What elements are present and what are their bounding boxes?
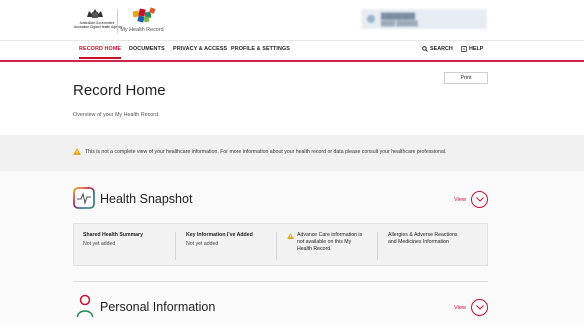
heartbeat-icon xyxy=(73,187,95,209)
nav-record-home[interactable]: RECORD HOME xyxy=(79,46,122,59)
key-information-label: Key Information I've Added xyxy=(186,232,253,238)
help-icon xyxy=(461,46,467,52)
personal-information-expand-button[interactable] xyxy=(471,299,488,316)
health-snapshot-expand-button[interactable] xyxy=(471,191,488,208)
mhr-tiles-icon xyxy=(132,7,156,23)
key-information-value: Not yet added xyxy=(186,241,219,247)
advance-care-warning-icon xyxy=(287,233,294,239)
account-subtext: ████ ██████ xyxy=(381,21,418,27)
bottom-fade xyxy=(0,320,584,329)
avatar xyxy=(367,15,375,23)
search-label: SEARCH xyxy=(430,46,453,52)
search-icon xyxy=(422,46,428,52)
search-button[interactable]: SEARCH xyxy=(422,46,453,52)
australian-government-logo[interactable]: Australian Government Australian Digital … xyxy=(74,8,123,36)
section-divider xyxy=(73,281,488,282)
page-subtitle: Overview of your My Health Record. xyxy=(73,112,160,118)
print-button[interactable]: Print xyxy=(444,72,488,84)
advance-care-line-2: not available on this My xyxy=(297,239,352,245)
advance-care-line-1: Advance Care information is xyxy=(297,232,363,238)
main-content: Health Snapshot View Shared Health Summa… xyxy=(0,171,584,329)
shared-health-summary-label: Shared Health Summary xyxy=(83,232,143,238)
warning-icon xyxy=(73,148,81,155)
health-snapshot-title: Health Snapshot xyxy=(100,192,193,206)
shared-health-summary-cell[interactable]: Shared Health Summary Not yet added xyxy=(83,232,175,260)
help-label: HELP xyxy=(469,46,484,52)
advance-care-line-3: Health Record. xyxy=(297,246,332,252)
page-header: Print Record Home Overview of your My He… xyxy=(0,62,584,135)
logo-divider xyxy=(117,9,118,33)
personal-information-title: Personal Information xyxy=(100,300,216,314)
gov-logo-text: Australian Government Australian Digital … xyxy=(74,21,123,29)
nav-documents[interactable]: DOCUMENTS xyxy=(129,46,165,52)
coat-of-arms-icon xyxy=(87,9,103,18)
shared-health-summary-value: Not yet added xyxy=(83,241,116,247)
allergies-line-1: Allergies & Adverse Reactions xyxy=(388,232,458,238)
incomplete-view-warning: This is not a complete view of your heal… xyxy=(0,135,584,171)
nav-profile-settings[interactable]: PROFILE & SETTINGS xyxy=(231,46,290,52)
account-menu[interactable]: ████████ ████ ██████ xyxy=(361,9,487,29)
mhr-logo-text: My Health Record xyxy=(120,27,164,33)
personal-information-view-link[interactable]: View xyxy=(454,305,466,311)
health-snapshot-view-link[interactable]: View xyxy=(454,197,466,203)
allergies-line-2: and Medicines Information xyxy=(388,239,449,245)
my-health-record-logo[interactable]: My Health Record xyxy=(120,6,164,36)
gov-logo-line: Australian Digital Health Agency xyxy=(74,25,123,29)
main-nav: RECORD HOME DOCUMENTS PRIVACY & ACCESS P… xyxy=(0,40,584,60)
page-title: Record Home xyxy=(73,82,166,99)
allergies-medicines-cell[interactable]: Allergies & Adverse Reactions and Medici… xyxy=(377,232,487,260)
chevron-down-icon xyxy=(476,197,484,202)
person-icon xyxy=(76,294,94,318)
top-bar: Australian Government Australian Digital … xyxy=(0,0,584,40)
help-button[interactable]: HELP xyxy=(461,46,484,52)
account-name: ████████ xyxy=(381,14,416,20)
health-snapshot-card: Shared Health Summary Not yet added Key … xyxy=(73,223,488,266)
chevron-down-icon xyxy=(476,305,484,310)
nav-privacy-access[interactable]: PRIVACY & ACCESS xyxy=(173,46,227,52)
advance-care-cell: Advance Care information is not availabl… xyxy=(276,232,377,260)
key-information-cell[interactable]: Key Information I've Added Not yet added xyxy=(175,232,276,260)
warning-text: This is not a complete view of your heal… xyxy=(85,149,447,155)
